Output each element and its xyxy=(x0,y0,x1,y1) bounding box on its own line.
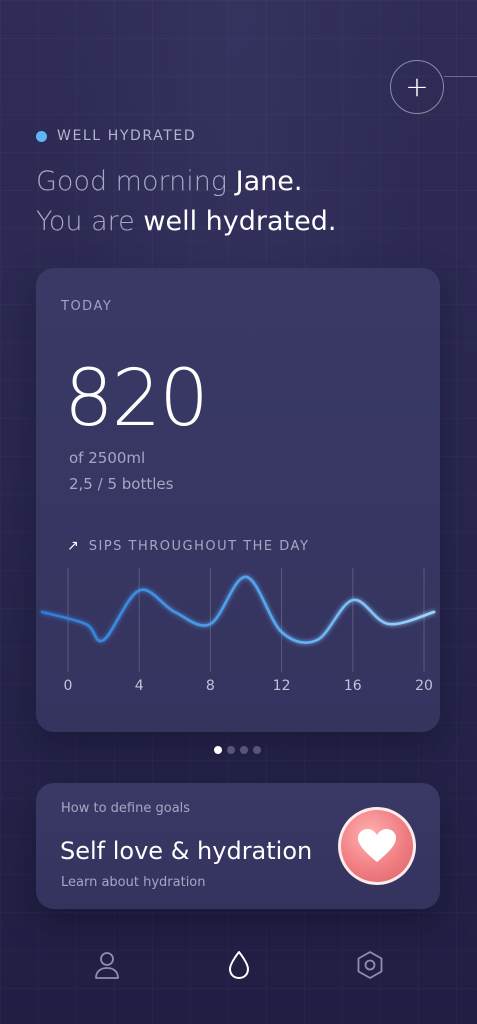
chart-x-tick-label: 8 xyxy=(205,678,215,694)
heart-glyph xyxy=(358,829,396,862)
greeting-line-1: Good morning Jane. xyxy=(36,162,336,202)
today-amount: 820 xyxy=(64,354,209,444)
status-dot xyxy=(36,130,47,142)
chart-x-tick-label: 16 xyxy=(343,678,362,694)
today-bottles: 2,5 / 5 bottles xyxy=(69,475,174,493)
today-label: TODAY xyxy=(61,299,113,314)
nav-hydration-drop-icon[interactable] xyxy=(224,948,254,982)
today-goal: of 2500ml xyxy=(69,449,146,467)
today-card[interactable]: TODAY 820 of 2500ml 2,5 / 5 bottles ↗ SI… xyxy=(36,268,440,732)
sips-chart xyxy=(40,568,436,672)
user-icon xyxy=(95,952,119,979)
nav-settings-hexagon-icon[interactable] xyxy=(355,948,385,982)
add-button[interactable]: + xyxy=(390,60,444,114)
greeting-line-2: You are well hydrated. xyxy=(36,202,336,242)
carousel-dot[interactable] xyxy=(253,746,261,754)
chart-x-tick-label: 4 xyxy=(134,678,144,694)
carousel-dot-active[interactable] xyxy=(214,746,222,754)
goal-eyebrow: How to define goals xyxy=(61,801,191,816)
greeting-hydration-state: well hydrated. xyxy=(143,206,337,237)
carousel-dot[interactable] xyxy=(240,746,248,754)
chart-x-tick-label: 0 xyxy=(63,678,73,694)
settings-hexagon-icon xyxy=(357,951,383,979)
trend-arrow-icon: ↗ xyxy=(67,538,79,554)
goal-title: Self love & hydration xyxy=(60,837,313,865)
carousel-dot[interactable] xyxy=(227,746,235,754)
sips-header: ↗ SIPS THROUGHOUT THE DAY xyxy=(67,538,309,554)
chart-x-tick-label: 12 xyxy=(272,678,291,694)
drop-icon xyxy=(229,951,249,979)
heart-icon[interactable] xyxy=(338,807,416,885)
greeting: Good morning Jane. You are well hydrated… xyxy=(36,162,336,242)
nav-profile-user-icon[interactable] xyxy=(92,948,122,982)
status-label: WELL HYDRATED xyxy=(57,128,197,144)
carousel-dots xyxy=(214,746,261,754)
greeting-status-prefix: You are xyxy=(36,206,144,237)
greeting-salutation: Good morning xyxy=(36,166,236,197)
sips-title: SIPS THROUGHOUT THE DAY xyxy=(88,538,310,554)
add-button-connector xyxy=(444,76,477,77)
goal-card[interactable]: How to define goals Self love & hydratio… xyxy=(36,783,440,909)
chart-x-tick-label: 20 xyxy=(415,678,433,694)
goal-subtitle[interactable]: Learn about hydration xyxy=(61,875,206,890)
sips-series-line xyxy=(40,575,436,644)
status-indicator: WELL HYDRATED xyxy=(36,128,196,144)
greeting-user-name: Jane. xyxy=(235,166,303,197)
